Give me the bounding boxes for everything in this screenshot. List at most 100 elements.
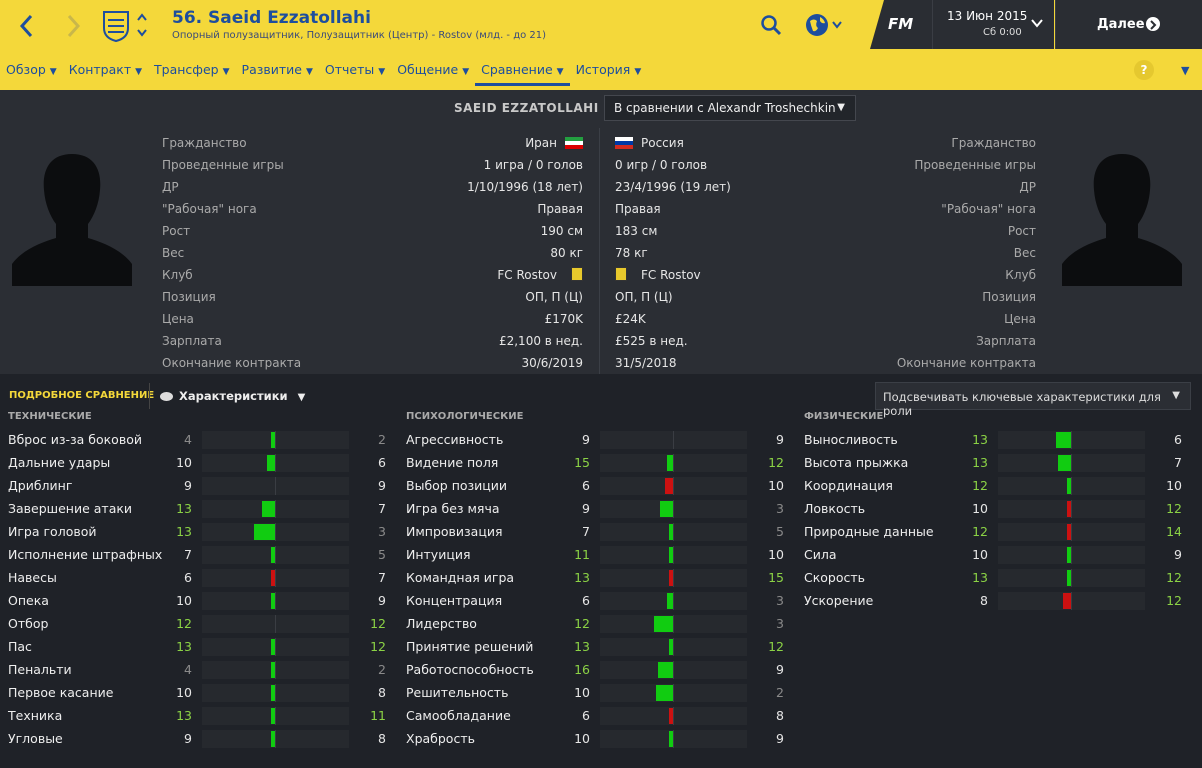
attribute-row: Ловкость 10 12 bbox=[796, 498, 1182, 520]
bar-center-line bbox=[275, 592, 276, 610]
chevron-down-icon: ▼ bbox=[462, 67, 470, 77]
bar-center-line bbox=[673, 500, 674, 518]
tab-2[interactable]: Трансфер ▼ bbox=[148, 56, 236, 86]
attribute-row: Концентрация 6 3 bbox=[398, 590, 784, 612]
info-value-left: 1/10/1996 (18 лет) bbox=[467, 176, 583, 198]
left-player-value: 13 bbox=[176, 501, 192, 516]
tab-7[interactable]: История ▼ bbox=[570, 56, 648, 86]
info-value-right: Россия bbox=[615, 132, 684, 154]
tab-5[interactable]: Общение ▼ bbox=[391, 56, 475, 86]
right-player-value: 9 bbox=[776, 731, 784, 746]
tab-4[interactable]: Отчеты ▼ bbox=[319, 56, 391, 86]
section-title: ПСИХОЛОГИЧЕСКИЕ bbox=[406, 411, 524, 422]
info-value-left-text: 190 см bbox=[540, 224, 583, 238]
right-player-value: 9 bbox=[1174, 547, 1182, 562]
bar-center-line bbox=[673, 454, 674, 472]
advantage-bar bbox=[270, 708, 275, 724]
comparison-bar bbox=[998, 523, 1145, 541]
eye-icon bbox=[160, 392, 173, 401]
attribute-name: Решительность bbox=[406, 685, 509, 700]
tab-3[interactable]: Развитие ▼ bbox=[236, 56, 319, 86]
info-value-right-text: 31/5/2018 bbox=[615, 356, 677, 370]
attribute-row: Видение поля 15 12 bbox=[398, 452, 784, 474]
continue-button[interactable]: Далее bbox=[1055, 0, 1202, 49]
left-player-value: 9 bbox=[184, 731, 192, 746]
right-player-value: 5 bbox=[378, 547, 386, 562]
bar-center-line bbox=[1071, 477, 1072, 495]
attribute-name: Лидерство bbox=[406, 616, 477, 631]
bar-center-line bbox=[673, 569, 674, 587]
right-player-value: 9 bbox=[378, 478, 386, 493]
bar-center-line bbox=[673, 638, 674, 656]
attribute-name: Высота прыжка bbox=[804, 455, 909, 470]
attribute-row: Исполнение штрафных 7 5 bbox=[0, 544, 386, 566]
continue-label: Далее bbox=[1097, 17, 1145, 32]
attribute-row: Завершение атаки 13 7 bbox=[0, 498, 386, 520]
left-player-value: 6 bbox=[582, 478, 590, 493]
chevron-down-icon: ▼ bbox=[49, 67, 57, 77]
help-button[interactable]: ? bbox=[1134, 60, 1154, 80]
player-subtitle: Опорный полузащитник, Полузащитник (Цент… bbox=[172, 30, 547, 41]
bar-center-line bbox=[1071, 454, 1072, 472]
info-label-right: Клуб bbox=[1005, 268, 1036, 282]
date-button[interactable]: 13 Июн 2015 Сб 0:00 bbox=[932, 0, 1054, 49]
info-value-left: 80 кг bbox=[550, 242, 583, 264]
left-player-value: 4 bbox=[184, 432, 192, 447]
attribute-name: Игра головой bbox=[8, 524, 97, 539]
attribute-name: Ловкость bbox=[804, 501, 866, 516]
tab-0[interactable]: Обзор ▼ bbox=[0, 56, 63, 86]
section-title: ФИЗИЧЕСКИЕ bbox=[804, 411, 884, 422]
right-player-value: 14 bbox=[1166, 524, 1182, 539]
comparison-bar: SAEID EZZATOLLAHI В сравнении с Alexandr… bbox=[0, 90, 1202, 128]
bar-center-line bbox=[275, 523, 276, 541]
right-player-value: 12 bbox=[1166, 501, 1182, 516]
attribute-row: Храбрость 10 9 bbox=[398, 728, 784, 750]
advantage-bar bbox=[669, 639, 673, 655]
chevron-down-icon: ▼ bbox=[556, 67, 564, 77]
bar-center-line bbox=[275, 707, 276, 725]
info-value-left-text: 80 кг bbox=[550, 246, 583, 260]
globe-icon[interactable] bbox=[805, 12, 845, 38]
advantage-bar bbox=[1056, 432, 1071, 448]
compare-player-select[interactable]: В сравнении с Alexandr Troshechkin ▼ bbox=[604, 95, 856, 121]
attribute-name: Отбор bbox=[8, 616, 49, 631]
attribute-row: Импровизация 7 5 bbox=[398, 521, 784, 543]
iran-flag-icon bbox=[565, 137, 583, 149]
chevron-left-icon bbox=[19, 14, 33, 38]
forward-button[interactable] bbox=[62, 12, 86, 40]
attribute-row: Навесы 6 7 bbox=[0, 567, 386, 589]
info-value-right: FC Rostov bbox=[615, 264, 701, 286]
attribute-name: Командная игра bbox=[406, 570, 515, 585]
info-label-right: Рост bbox=[1007, 224, 1036, 238]
advantage-bar bbox=[669, 731, 673, 747]
advantage-bar bbox=[271, 731, 275, 747]
left-player-value: 8 bbox=[980, 593, 988, 608]
info-label-left: Окончание контракта bbox=[162, 356, 302, 370]
right-player-value: 10 bbox=[768, 547, 784, 562]
attribute-row: Координация 12 10 bbox=[796, 475, 1182, 497]
tab-1[interactable]: Контракт ▼ bbox=[63, 56, 148, 86]
left-player-value: 10 bbox=[176, 455, 192, 470]
search-icon[interactable] bbox=[760, 14, 782, 36]
back-button[interactable] bbox=[14, 12, 38, 40]
attribute-row: Природные данные 12 14 bbox=[796, 521, 1182, 543]
chevron-down-icon[interactable]: ▼ bbox=[1181, 64, 1189, 77]
right-player-value: 9 bbox=[776, 432, 784, 447]
current-date: 13 Июн 2015 bbox=[947, 9, 1028, 23]
advantage-bar bbox=[660, 501, 673, 517]
info-value-left-text: ОП, П (Ц) bbox=[525, 290, 583, 304]
fm-logo-button[interactable]: FM bbox=[870, 0, 932, 49]
tab-6[interactable]: Сравнение ▼ bbox=[475, 56, 570, 86]
attributes-select[interactable]: Характеристики ▼ bbox=[179, 389, 305, 403]
info-label-right: Проведенные игры bbox=[914, 158, 1036, 172]
right-player-value: 3 bbox=[776, 593, 784, 608]
player-switch-icon[interactable] bbox=[136, 12, 148, 38]
bar-center-line bbox=[275, 638, 276, 656]
attribute-name: Угловые bbox=[8, 731, 63, 746]
club-badge-icon bbox=[615, 267, 627, 281]
attribute-row: Командная игра 13 15 bbox=[398, 567, 784, 589]
comparison-bar bbox=[998, 477, 1145, 495]
bar-center-line bbox=[275, 477, 276, 495]
highlight-role-select[interactable]: Подсвечивать ключевые характеристики для… bbox=[875, 382, 1191, 418]
left-player-value: 7 bbox=[184, 547, 192, 562]
